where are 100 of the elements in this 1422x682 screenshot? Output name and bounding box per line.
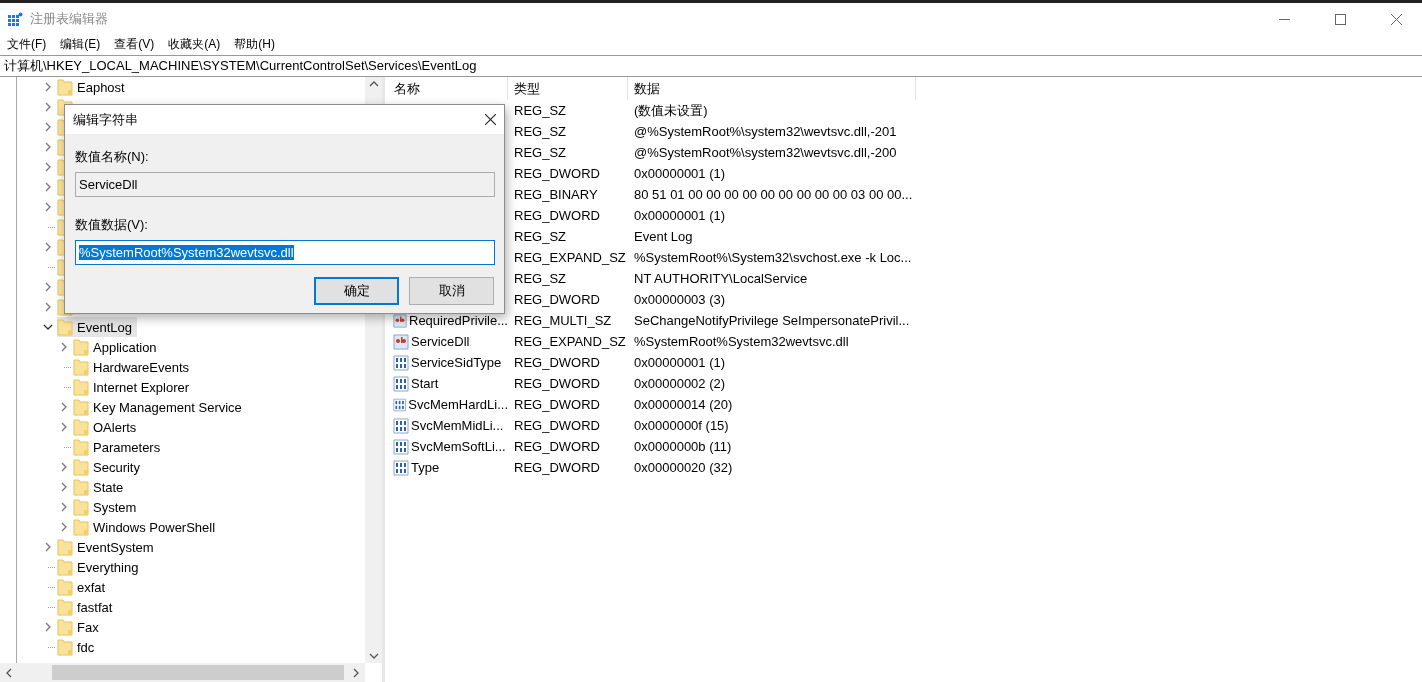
field-label: 数值数据(V): xyxy=(75,216,149,234)
menu-item[interactable]: 查看(V) xyxy=(114,35,155,53)
value-data: (数值未设置) xyxy=(634,101,708,120)
value-name[interactable]: SvcMemSoftLi... xyxy=(411,439,506,454)
expand-chevron-icon[interactable] xyxy=(60,462,68,472)
value-data: SeChangeNotifyPrivilege SeImpersonatePrivil... xyxy=(634,313,910,328)
expand-chevron-icon[interactable] xyxy=(44,162,52,172)
expand-chevron-icon[interactable] xyxy=(44,182,52,192)
expand-chevron-icon[interactable] xyxy=(60,522,68,532)
value-name[interactable]: RequiredPrivile... xyxy=(409,313,508,328)
value-name[interactable]: Type xyxy=(411,460,440,475)
value-data: 0x00000001 (1) xyxy=(634,208,726,223)
address-bar[interactable]: 计算机\HKEY_LOCAL_MACHINE\SYSTEM\CurrentControlSet\Services\EventLog xyxy=(4,57,477,75)
value-data: 0x0000000b (11) xyxy=(634,439,732,454)
value-type: REG_SZ xyxy=(514,229,566,244)
dialog-button[interactable]: 确定 xyxy=(314,277,399,305)
expand-chevron-icon[interactable] xyxy=(60,402,68,412)
menu-item[interactable]: 编辑(E) xyxy=(60,35,101,53)
expand-chevron-icon[interactable] xyxy=(60,422,68,432)
tree-item[interactable]: State xyxy=(73,477,129,497)
value-type: REG_MULTI_SZ xyxy=(514,313,612,328)
column-header[interactable]: 名称 xyxy=(394,79,420,98)
close-icon[interactable] xyxy=(485,114,496,125)
value-data: @%SystemRoot%\system32\wevtsvc.dll,-201 xyxy=(634,124,897,139)
tree-item[interactable]: exfat xyxy=(57,577,111,597)
expand-chevron-icon[interactable] xyxy=(44,542,52,552)
expand-chevron-icon[interactable] xyxy=(44,282,52,292)
tree-item[interactable]: EventSystem xyxy=(57,537,159,557)
folder-icon xyxy=(57,538,73,556)
value-data: 0x00000020 (32) xyxy=(634,460,733,475)
folder-icon xyxy=(57,598,73,616)
value-data: @%SystemRoot%\system32\wevtsvc.dll,-200 xyxy=(634,145,897,160)
folder-icon xyxy=(73,398,89,416)
tree-item[interactable]: HardwareEvents xyxy=(73,357,195,377)
tree-item[interactable]: Key Management Service xyxy=(73,397,247,417)
folder-icon xyxy=(73,338,89,356)
tree-item[interactable]: Internet Explorer xyxy=(73,377,195,397)
value-type: REG_SZ xyxy=(514,124,566,139)
tree-item[interactable]: Windows PowerShell xyxy=(73,517,221,537)
string-value-icon xyxy=(393,312,407,329)
expand-chevron-icon[interactable] xyxy=(44,122,52,132)
tree-item[interactable]: Security xyxy=(73,457,145,477)
folder-icon xyxy=(73,358,89,376)
expand-chevron-icon[interactable] xyxy=(44,102,52,112)
tree-item[interactable]: Everything xyxy=(57,557,144,577)
folder-icon xyxy=(73,378,89,396)
tree-item[interactable]: OAlerts xyxy=(73,417,142,437)
app-grid-icon xyxy=(8,11,23,27)
folder-icon xyxy=(57,638,73,656)
column-header[interactable]: 类型 xyxy=(514,79,540,98)
scroll-up-icon[interactable] xyxy=(368,81,379,87)
menu-item[interactable]: 文件(F) xyxy=(7,35,47,53)
folder-icon xyxy=(57,578,73,596)
value-data: %SystemRoot%System32wevtsvc.dll xyxy=(634,334,849,349)
value-name[interactable]: SvcMemHardLi... xyxy=(408,397,508,412)
value-data: 0x00000001 (1) xyxy=(634,166,726,181)
tree-item[interactable]: Fax xyxy=(57,617,104,637)
folder-icon xyxy=(73,458,89,476)
folder-icon xyxy=(73,518,89,536)
folder-icon xyxy=(73,498,89,516)
scroll-right-icon[interactable] xyxy=(353,667,359,678)
expand-chevron-icon[interactable] xyxy=(44,142,52,152)
maximize-icon[interactable] xyxy=(1335,13,1346,25)
column-header[interactable]: 数据 xyxy=(634,79,660,98)
tree-item[interactable]: Application xyxy=(73,337,162,357)
expand-chevron-icon[interactable] xyxy=(60,502,68,512)
expand-chevron-icon[interactable] xyxy=(44,622,52,632)
scroll-down-icon[interactable] xyxy=(368,653,379,659)
expand-chevron-icon[interactable] xyxy=(44,302,52,312)
tree-item[interactable]: Eaphost xyxy=(57,77,130,97)
value-data-field[interactable]: %SystemRoot%System32wevtsvc.dll xyxy=(75,240,495,265)
menu-item[interactable]: 收藏夹(A) xyxy=(168,35,221,53)
expand-chevron-icon[interactable] xyxy=(60,482,68,492)
value-name[interactable]: ServiceSidType xyxy=(411,355,502,370)
tree-item[interactable]: Parameters xyxy=(73,437,166,457)
menu-item[interactable]: 帮助(H) xyxy=(234,35,275,53)
tree-item[interactable]: fdc xyxy=(57,637,100,657)
value-name[interactable]: SvcMemMidLi... xyxy=(411,418,504,433)
value-data: 0x0000000f (15) xyxy=(634,418,729,433)
scrollbar-thumb[interactable] xyxy=(52,665,344,680)
string-value-icon xyxy=(393,333,409,350)
expand-chevron-icon[interactable] xyxy=(44,82,52,92)
value-name[interactable]: Start xyxy=(411,376,439,391)
expand-chevron-icon[interactable] xyxy=(60,342,68,352)
value-name-field[interactable]: ServiceDll xyxy=(75,172,495,197)
tree-item[interactable]: System xyxy=(73,497,142,517)
tree-item[interactable]: fastfat xyxy=(57,597,118,617)
collapse-chevron-icon[interactable] xyxy=(43,323,53,331)
value-data: 0x00000002 (2) xyxy=(634,376,726,391)
tree-item[interactable]: EventLog xyxy=(57,317,137,337)
scroll-left-icon[interactable] xyxy=(6,667,12,678)
value-data: 0x00000003 (3) xyxy=(634,292,726,307)
value-name[interactable]: ServiceDll xyxy=(411,334,470,349)
folder-icon xyxy=(57,318,73,336)
dialog-button[interactable]: 取消 xyxy=(409,277,494,305)
horizontal-scrollbar[interactable] xyxy=(0,663,365,682)
value-data: 80 51 01 00 00 00 00 00 00 00 00 00 03 00 00... xyxy=(634,187,913,202)
binary-value-icon xyxy=(393,375,409,392)
expand-chevron-icon[interactable] xyxy=(44,202,52,212)
expand-chevron-icon[interactable] xyxy=(44,242,52,252)
